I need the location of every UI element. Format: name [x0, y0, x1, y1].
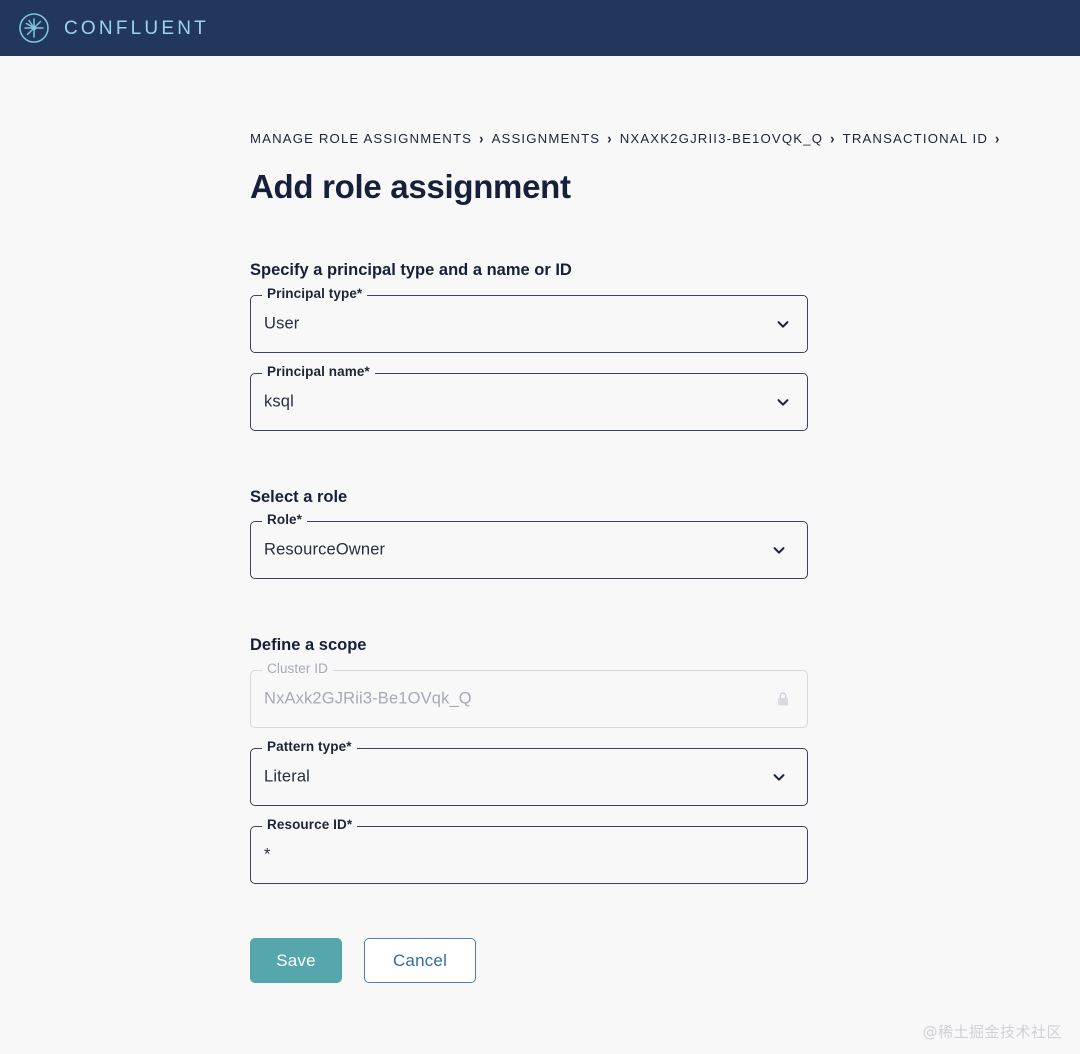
brand-name: CONFLUENT	[64, 17, 209, 39]
field-outline	[250, 826, 808, 885]
field-value: NxAxk2GJRii3-Be1OVqk_Q	[264, 689, 472, 708]
form-field[interactable]: Principal type* User	[250, 287, 808, 353]
breadcrumb-separator-icon: ›	[995, 129, 1001, 148]
breadcrumb-separator-icon: ›	[479, 129, 485, 148]
form-field[interactable]: Pattern type* Literal	[250, 740, 808, 807]
chevron-down-icon[interactable]	[768, 539, 790, 561]
breadcrumb: MANAGE ROLE ASSIGNMENTS › ASSIGNMENTS › NXAX…	[250, 129, 1080, 148]
form-field[interactable]: Resource ID* *	[250, 818, 808, 885]
brand-logo[interactable]: CONFLUENT	[18, 12, 209, 44]
form-field: Cluster ID NxAxk2GJRii3-Be1OVqk_Q	[250, 662, 808, 729]
field-outline	[250, 372, 808, 431]
top-navbar: CONFLUENT	[0, 0, 1080, 56]
field-value[interactable]: *	[264, 846, 271, 865]
form-section: Select a role Role* ResourceOwner	[250, 488, 1080, 580]
field-label: Principal name*	[262, 365, 375, 379]
field-label: Principal type*	[262, 287, 368, 301]
chevron-down-icon[interactable]	[772, 313, 794, 335]
page-content: MANAGE ROLE ASSIGNMENTS › ASSIGNMENTS › NXAX…	[0, 56, 1080, 984]
field-value[interactable]: User	[264, 314, 299, 333]
breadcrumb-item-3[interactable]: TRANSACTIONAL ID	[843, 132, 988, 145]
field-outline	[250, 748, 808, 807]
breadcrumb-item-0[interactable]: MANAGE ROLE ASSIGNMENTS	[250, 132, 472, 145]
chevron-down-icon[interactable]	[768, 766, 790, 788]
form-actions: Save Cancel	[250, 938, 1080, 984]
breadcrumb-item-2[interactable]: NXAXK2GJRII3-BE1OVQK_Q	[620, 132, 823, 145]
field-value[interactable]: ResourceOwner	[264, 541, 385, 560]
page-title: Add role assignment	[250, 168, 571, 206]
form-field[interactable]: Principal name* ksql	[250, 365, 808, 431]
confluent-logo-icon	[19, 13, 49, 43]
form-section: Define a scope Cluster ID NxAxk2GJRii3-Be1…	[250, 636, 1080, 885]
field-label: Resource ID*	[262, 818, 358, 832]
field-label: Cluster ID	[262, 662, 334, 676]
page-body: MANAGE ROLE ASSIGNMENTS › ASSIGNMENTS › NXAX…	[0, 56, 1080, 1054]
form-field[interactable]: Role* ResourceOwner	[250, 513, 808, 580]
save-button[interactable]: Save	[250, 938, 342, 984]
field-label: Pattern type*	[262, 740, 357, 754]
field-value[interactable]: Literal	[264, 768, 310, 787]
watermark: @稀土掘金技术社区	[922, 1023, 1062, 1041]
breadcrumb-item-1[interactable]: ASSIGNMENTS	[492, 132, 601, 145]
field-label: Role*	[262, 513, 308, 527]
field-outline	[250, 294, 808, 353]
section-title: Select a role	[250, 487, 348, 506]
field-value[interactable]: ksql	[264, 392, 294, 411]
form-section: Specify a principal type and a name or I…	[250, 261, 1080, 431]
cancel-button[interactable]: Cancel	[364, 938, 476, 984]
section-title: Define a scope	[250, 636, 367, 655]
chevron-down-icon[interactable]	[772, 391, 794, 413]
lock-icon	[772, 688, 794, 710]
form-sections: Specify a principal type and a name or I…	[250, 261, 1080, 885]
breadcrumb-separator-icon: ›	[607, 129, 613, 148]
breadcrumb-separator-icon: ›	[830, 129, 836, 148]
section-title: Specify a principal type and a name or I…	[250, 260, 572, 279]
